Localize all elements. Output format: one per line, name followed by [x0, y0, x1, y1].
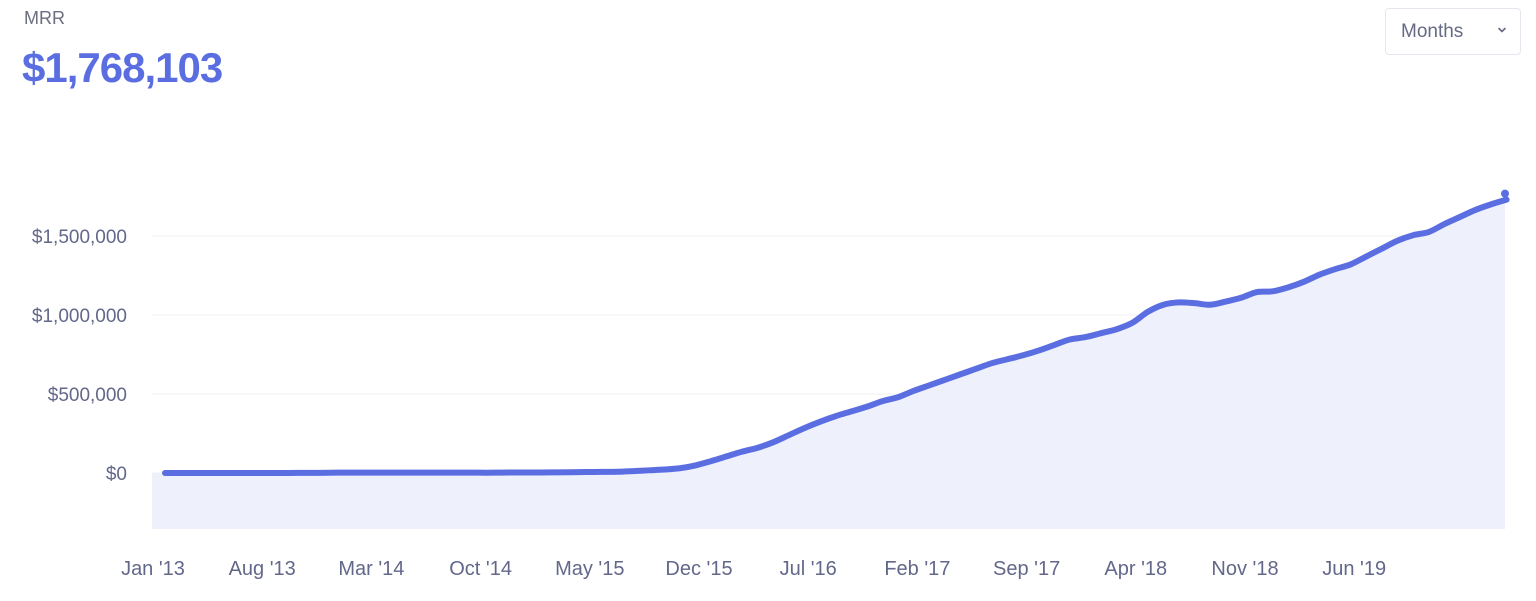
area-layer: [152, 193, 1508, 530]
x-tick-label: Aug '13: [229, 558, 296, 580]
y-axis: $0 $500,000 $1,000,000 $1,500,000: [32, 227, 127, 485]
y-tick-label: $1,500,000: [32, 227, 127, 248]
y-tick-label: $0: [106, 464, 127, 485]
x-tick-label: Feb '17: [884, 558, 950, 580]
x-tick-label: Oct '14: [449, 558, 512, 580]
x-tick-label: Apr '18: [1104, 558, 1167, 580]
x-tick-label: Jun '19: [1322, 558, 1386, 580]
x-tick-label: Sep '17: [993, 558, 1060, 580]
x-tick-label: Dec '15: [665, 558, 732, 580]
area-fill: [152, 193, 1508, 530]
y-tick-label: $500,000: [48, 385, 127, 406]
y-tick-label: $1,000,000: [32, 306, 127, 327]
x-tick-label: Nov '18: [1211, 558, 1278, 580]
x-tick-label: Mar '14: [338, 558, 404, 580]
x-tick-label: Jan '13: [121, 558, 185, 580]
x-axis: Jan '13 Aug '13 Mar '14 Oct '14 May '15 Dec '…: [121, 558, 1386, 580]
x-tick-label: Jul '16: [780, 558, 837, 580]
x-tick-label: May '15: [555, 558, 624, 580]
last-point: [1501, 189, 1509, 198]
mrr-chart: $0 $500,000 $1,000,000 $1,500,000 Jan '13 Au…: [32, 189, 1510, 580]
